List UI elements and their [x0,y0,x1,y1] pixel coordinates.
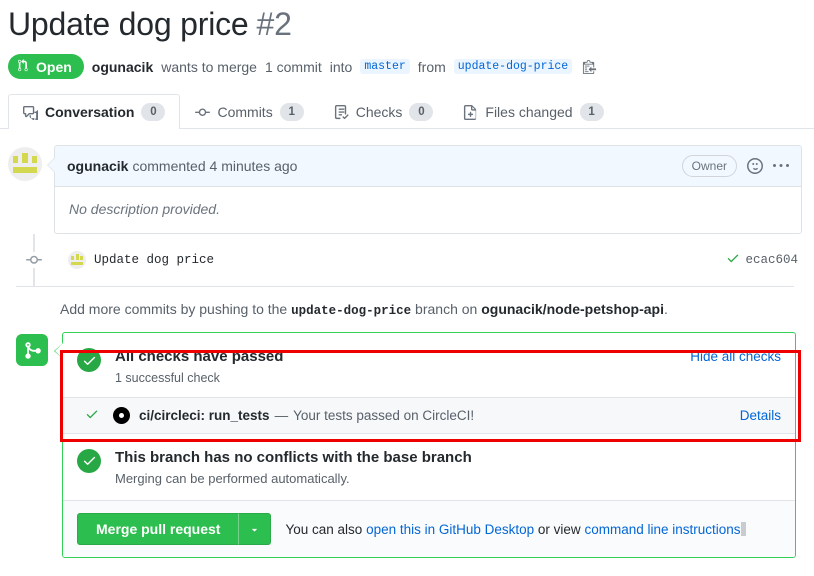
kebab-horizontal-icon[interactable] [773,158,789,174]
comment-block: ogunacik commented 4 minutes ago Owner N… [8,145,802,234]
tab-commits[interactable]: Commits 1 [180,94,318,129]
merge-section: All checks have passed 1 successful chec… [16,332,802,558]
conflict-text-group: This branch has no conflicts with the ba… [115,448,472,487]
comment-card: ogunacik commented 4 minutes ago Owner N… [47,145,802,234]
comment-timestamp: 4 minutes ago [209,158,298,174]
add-more-prefix: Add more commits by pushing to the [60,301,288,317]
avatar[interactable] [8,147,42,181]
check-separator: — [274,407,289,423]
git-commit-icon [195,105,211,120]
check-item: ci/circleci: run_tests — Your tests pass… [63,396,795,434]
checks-text-group: All checks have passed 1 successful chec… [115,347,283,385]
merge-status-box: All checks have passed 1 successful chec… [54,332,796,558]
merge-pull-request-button[interactable]: Merge pull request [77,513,239,545]
hide-all-checks-link[interactable]: Hide all checks [690,347,781,364]
pr-author-link[interactable]: ogunacik [92,59,153,75]
add-more-suffix: . [664,301,668,317]
tab-count: 0 [409,103,434,121]
pr-header: Update dog price #2 Open ogunacik wants … [0,0,814,79]
conflict-status: This branch has no conflicts with the ba… [63,434,795,501]
add-more-middle: branch on [415,301,478,317]
add-more-repo[interactable]: ogunacik/node-petshop-api [481,301,664,317]
tab-label: Files changed [485,104,573,120]
status-badge: Open [8,54,84,79]
text-cursor [740,521,746,536]
merge-note-middle: or view [537,521,581,537]
github-desktop-link[interactable]: open this in GitHub Desktop [366,522,534,537]
conflict-title: This branch has no conflicts with the ba… [115,448,472,466]
tab-files-changed[interactable]: Files changed 1 [448,94,618,129]
check-circle-icon [77,348,101,372]
commit-count-text: 1 commit [264,58,322,75]
command-line-instructions-link[interactable]: command line instructions [584,522,740,537]
pr-title-text: Update dog price [8,6,249,42]
checklist-icon [334,104,349,120]
tab-count: 1 [579,103,604,121]
merge-text-2: into [329,58,353,75]
merge-note-prefix: You can also [285,521,363,537]
git-merge-icon [16,334,48,366]
merge-button-group: Merge pull request [77,513,272,545]
tab-label: Checks [355,104,403,120]
merge-actions: Merge pull request You can also open thi… [63,500,795,557]
circleci-logo-icon [113,406,130,424]
comment-action: commented [132,158,206,174]
add-more-commits-note: Add more commits by pushing to the updat… [8,287,802,332]
pr-timeline: ogunacik commented 4 minutes ago Owner N… [0,129,814,558]
pr-tabs: Conversation 0 Commits 1 Checks 0 Files … [0,93,814,129]
tab-conversation[interactable]: Conversation 0 [8,94,181,129]
base-branch-chip[interactable]: master [360,59,410,74]
check-circle-icon [77,448,101,473]
head-branch-chip[interactable]: update-dog-price [453,59,573,74]
pull-request-icon [18,59,31,74]
owner-badge: Owner [681,155,737,177]
pr-meta-row: Open ogunacik wants to merge 1 commit in… [8,54,814,79]
git-commit-icon [26,252,42,268]
merge-text-1: wants to merge [161,58,257,75]
merge-text-3: from [417,58,446,75]
merge-note: You can also open this in GitHub Desktop… [285,521,746,537]
comment-author[interactable]: ogunacik [67,158,128,174]
checks-subtitle: 1 successful check [115,370,220,385]
file-diff-icon [463,104,478,120]
tab-checks[interactable]: Checks 0 [319,94,449,129]
smiley-icon[interactable] [747,158,763,174]
commit-row: Update dog price ecac604 [16,234,802,286]
tab-label: Conversation [45,104,135,120]
check-description: Your tests passed on CircleCI! [293,407,475,423]
tab-count: 1 [279,103,304,121]
comment-header: ogunacik commented 4 minutes ago Owner [55,146,801,187]
tab-label: Commits [217,104,273,120]
check-name[interactable]: ci/circleci: run_tests [139,408,270,423]
commit-message[interactable]: Update dog price [94,253,214,267]
tab-count: 0 [141,103,166,121]
conflict-subtitle: Merging can be performed automatically. [115,471,350,486]
checks-title: All checks have passed [115,348,284,365]
triangle-down-icon[interactable] [238,513,272,545]
clipboard-copy-icon[interactable] [582,59,597,74]
checks-summary: All checks have passed 1 successful chec… [63,333,795,397]
commit-status-group: ecac604 [726,251,802,269]
pr-number: #2 [256,6,292,42]
check-icon [726,251,740,269]
page-title: Update dog price #2 [8,4,814,44]
commit-author-avatar[interactable] [68,251,86,269]
comment-discussion-icon [23,105,38,120]
check-details-link[interactable]: Details [740,408,781,423]
add-more-branch: update-dog-price [291,304,412,318]
comment-body: No description provided. [69,201,220,217]
check-icon [85,407,99,424]
commit-sha[interactable]: ecac604 [745,253,798,267]
status-badge-label: Open [36,58,72,75]
